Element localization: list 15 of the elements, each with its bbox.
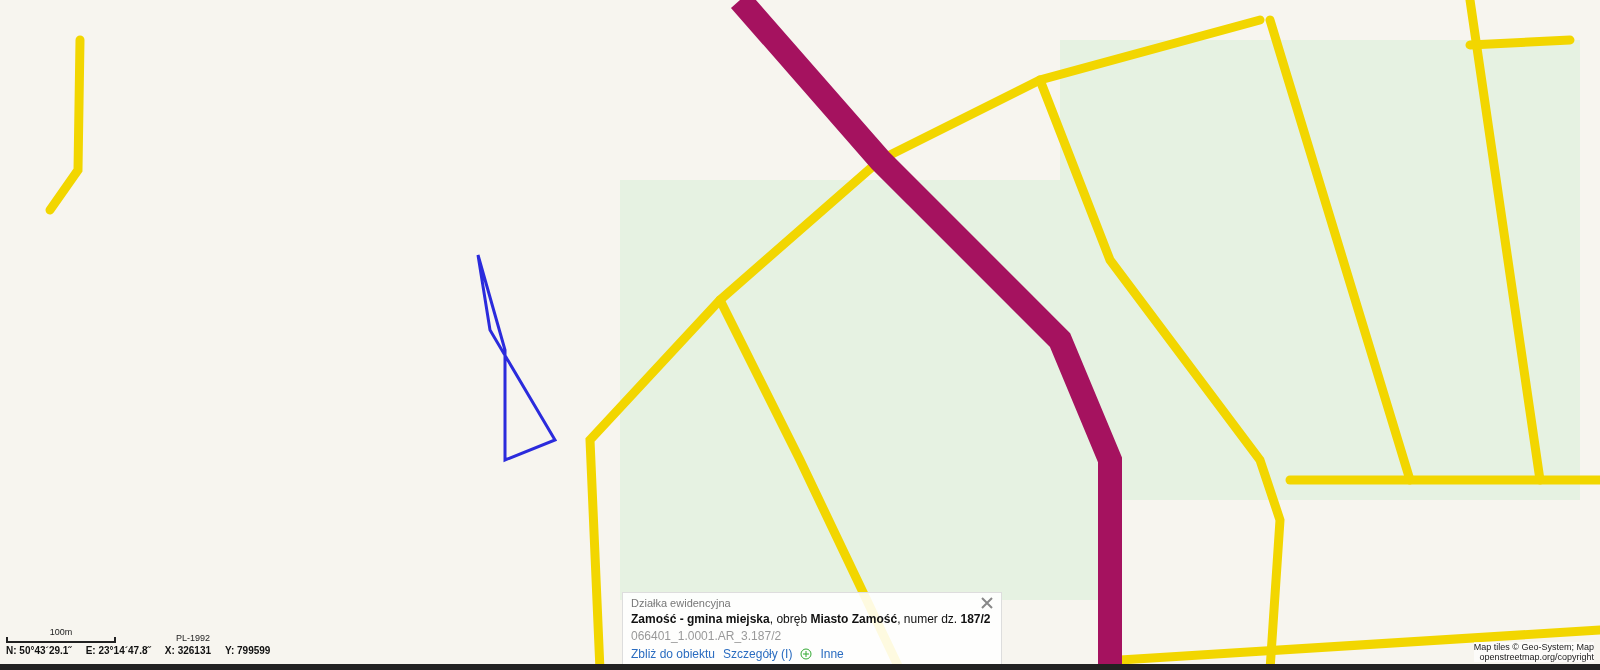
scale-label: 100m bbox=[48, 627, 74, 637]
popup-link[interactable]: Zbliż do obiektu bbox=[631, 647, 716, 661]
coordinate-readout: X: 326131 bbox=[164, 645, 211, 656]
coordinate-readout: E: 23°14´47.8˝ bbox=[85, 645, 151, 656]
parcel-description: Zamość - gmina miejska, obręb Miasto Zamość, numer dz. 187/2 bbox=[631, 612, 992, 626]
coordinate-readout: Y: 799599 bbox=[225, 645, 271, 656]
close-icon[interactable] bbox=[981, 597, 993, 609]
crs-label: PL-1992 bbox=[176, 633, 211, 643]
popup-link[interactable]: Szczegóły (I) bbox=[723, 647, 793, 661]
parcel-identifier: 066401_1.0001.AR_3.187/2 bbox=[631, 629, 783, 643]
map-attribution: Map tiles © Geo-System; Map openstreetmap.org/copyright bbox=[1473, 642, 1594, 662]
coordinate-readout: N: 50°43´29.1˝ bbox=[6, 645, 72, 656]
popup-title: Działka ewidencyjna bbox=[631, 597, 732, 609]
popup-link[interactable]: Inne bbox=[820, 647, 844, 661]
plus-icon[interactable] bbox=[800, 648, 813, 660]
